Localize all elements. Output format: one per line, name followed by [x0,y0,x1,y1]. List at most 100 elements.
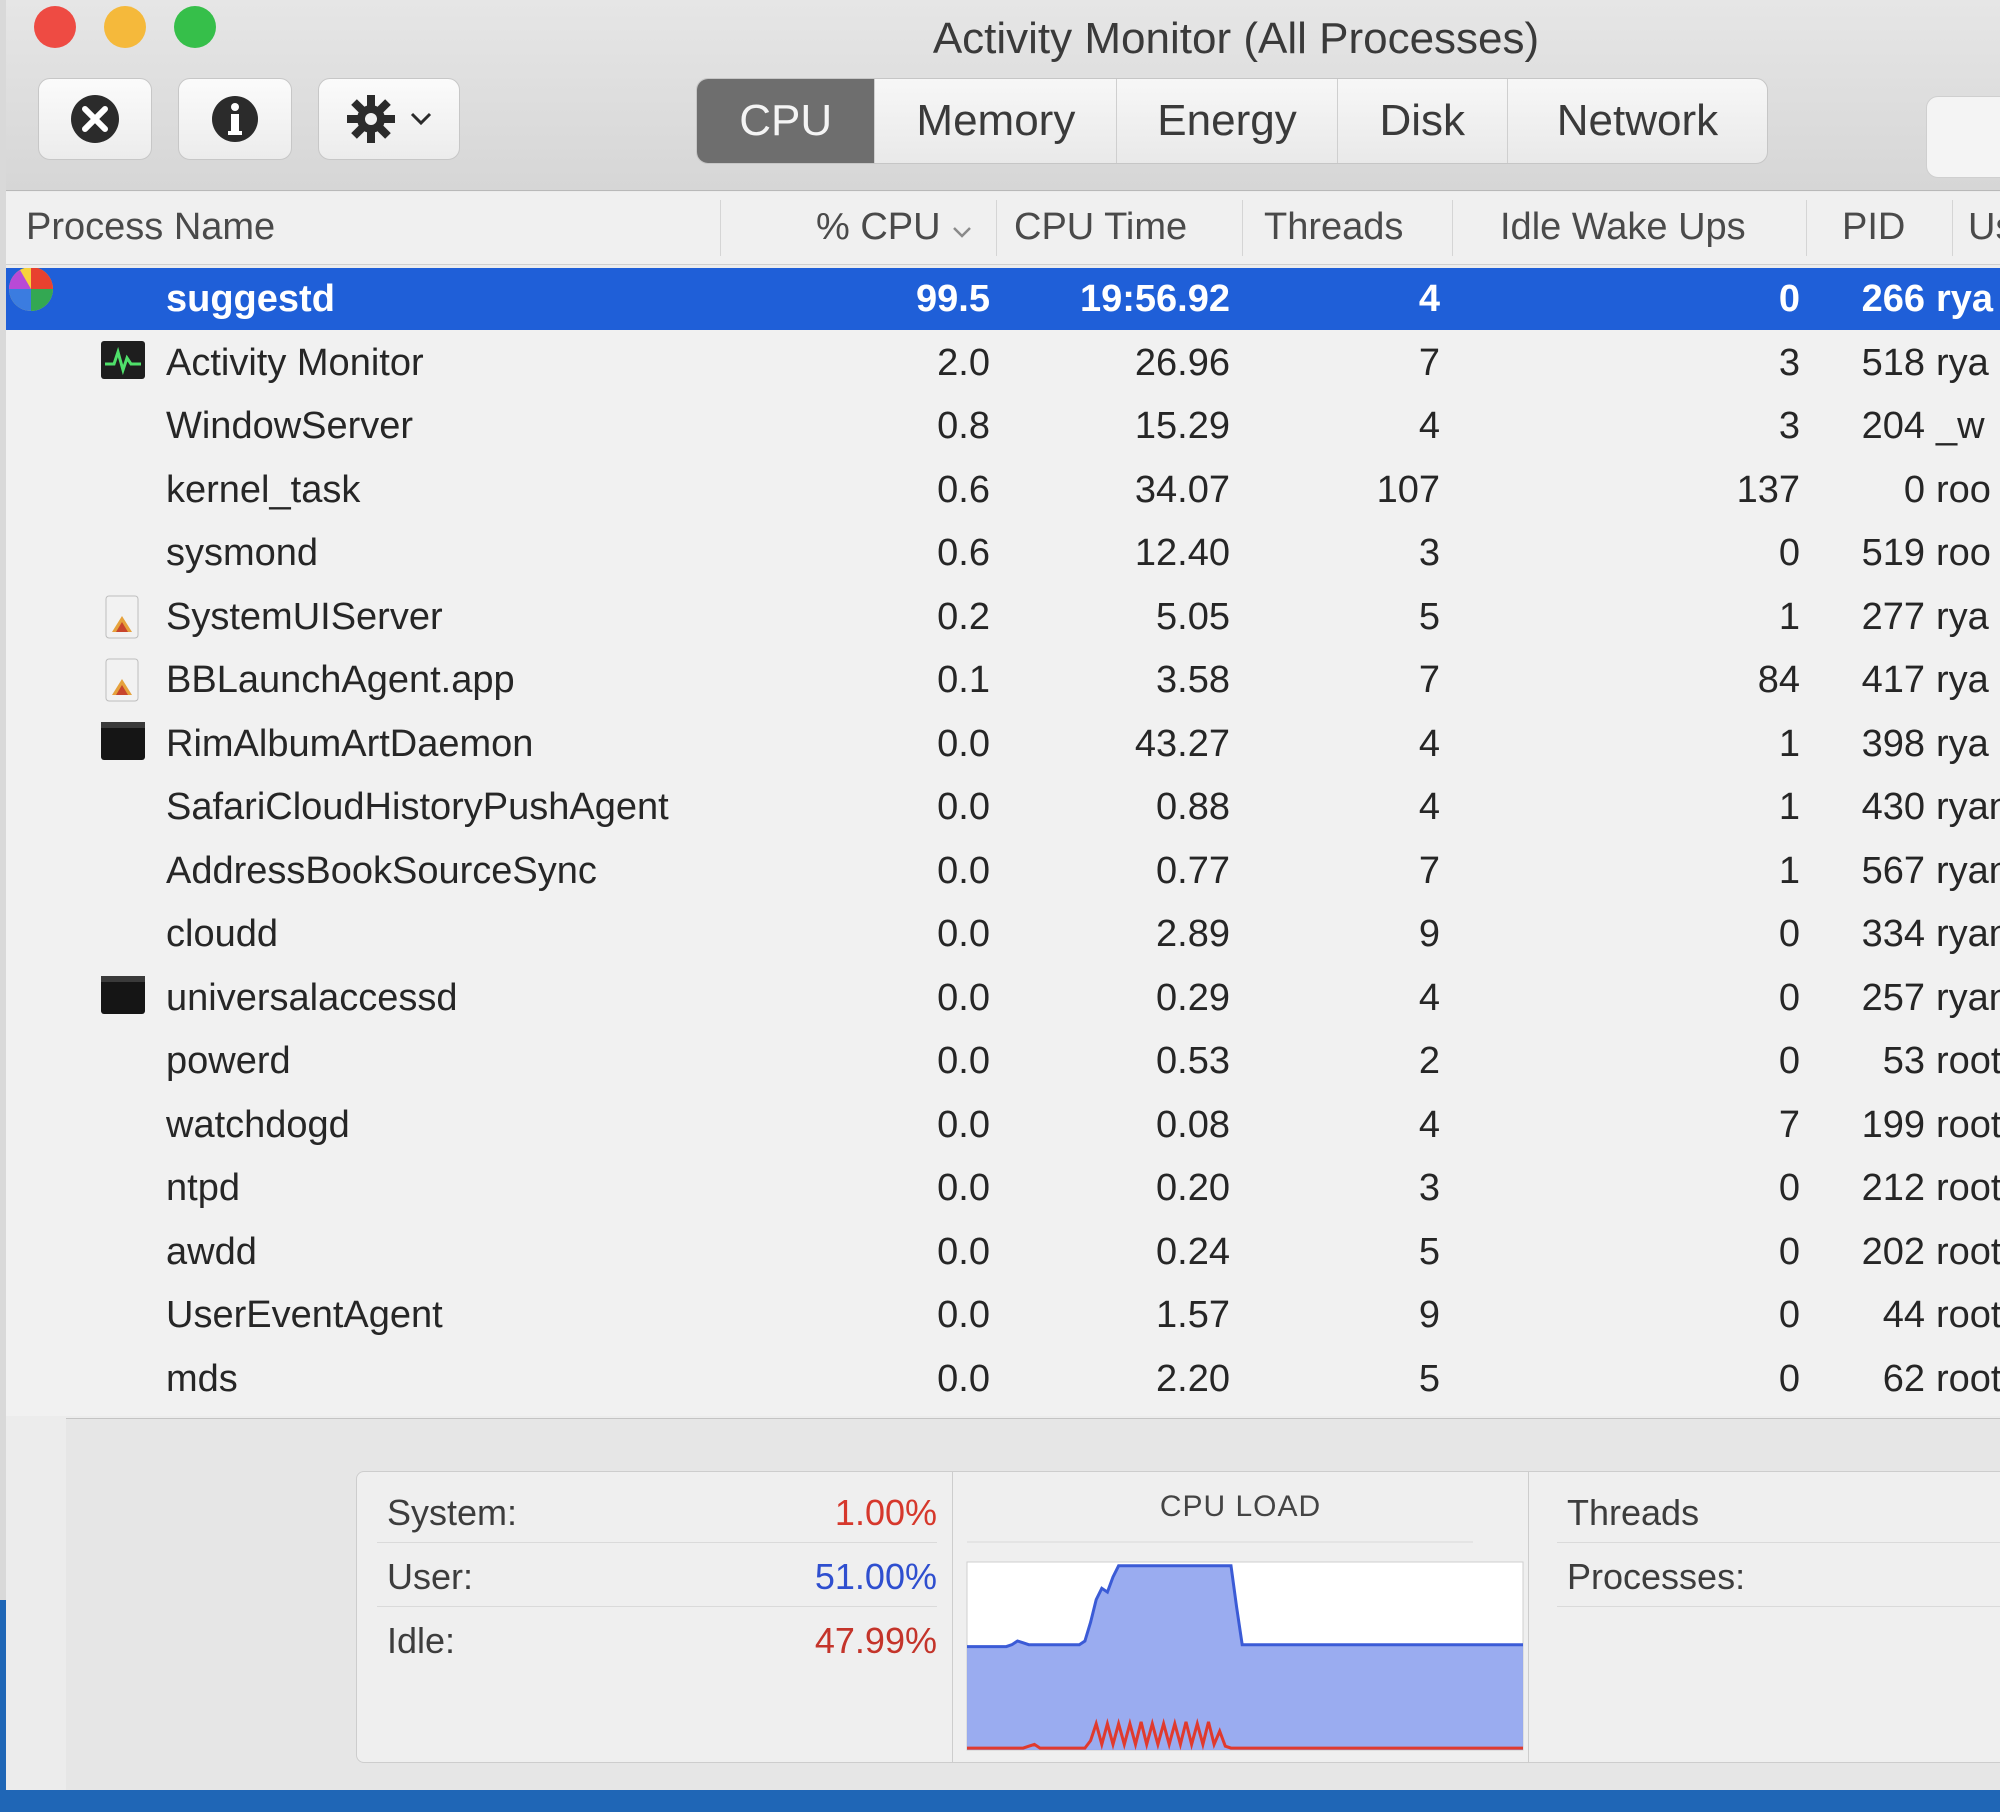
stat-system-label: System: [387,1492,518,1533]
process-idle-wake-ups: 1 [1778,722,1800,765]
process-pid: 53 [1882,1040,1925,1082]
process-user: root [1936,1357,2000,1400]
table-row[interactable]: SystemUIServer 0.2 5.05 5 1 277 rya [6,586,2000,648]
process-name: awdd [166,1230,257,1273]
process-user: root [1936,1167,2000,1209]
app-document-icon [100,594,146,638]
process-idle-wake-ups: 0 [1778,1167,1800,1209]
tab-memory[interactable]: Memory [875,79,1118,163]
process-cpu: 0.0 [937,1040,990,1082]
process-threads: 5 [1418,1230,1440,1273]
table-header: Process Name % CPU CPU Time Threads Idle… [6,192,2000,265]
column-divider [1806,200,1807,256]
column-header-cpu-time[interactable]: CPU Time [1014,206,1187,249]
table-row[interactable]: SafariCloudHistoryPushAgent 0.0 0.88 4 1 430 r… [6,776,2000,838]
app-document-icon [100,657,146,702]
table-row[interactable]: sysmond 0.6 12.40 3 0 519 roo [6,522,2000,584]
table-row[interactable]: watchdogd 0.0 0.08 4 7 199 root [6,1094,2000,1156]
table-row[interactable]: WindowServer 0.8 15.29 4 3 204 _w [6,395,2000,457]
inspect-process-button[interactable] [178,78,292,160]
process-threads: 7 [1418,341,1440,384]
table-row[interactable]: awdd 0.0 0.24 5 0 202 root [6,1221,2000,1283]
process-idle-wake-ups: 0 [1778,278,1800,320]
process-cpu: 0.0 [937,786,990,828]
process-user: root [1936,1230,2000,1273]
process-threads: 4 [1418,1103,1440,1146]
table-row[interactable]: Activity Monitor 2.0 26.96 7 3 518 rya [6,332,2000,394]
table-row[interactable]: universalaccessd 0.0 0.29 4 0 257 ryan [6,967,2000,1029]
column-header-pid[interactable]: PID [1842,206,1905,249]
process-user: ryan [1936,786,2000,828]
process-idle-wake-ups: 0 [1778,532,1800,574]
process-cpu-time: 0.53 [1156,1040,1230,1082]
process-user: roo [1936,468,1991,511]
gear-icon [347,95,395,143]
tab-cpu[interactable]: CPU [697,79,876,163]
process-idle-wake-ups: 0 [1778,1357,1800,1400]
table-row[interactable]: kernel_task 0.6 34.07 107 137 0 roo [6,459,2000,521]
table-row[interactable]: AddressBookSourceSync 0.0 0.77 7 1 567 ryan [6,840,2000,902]
process-name: Activity Monitor [166,341,424,384]
table-row[interactable]: mds 0.0 2.20 5 0 62 root [6,1348,2000,1410]
search-field-partial[interactable] [1926,96,2000,178]
process-cpu-time: 43.27 [1134,722,1230,765]
info-icon [212,96,258,142]
process-table: suggestd 99.5 19:56.92 4 0 266 rya Activity Mon… [6,268,2000,1416]
process-pid: 62 [1882,1357,1925,1400]
activity-monitor-icon [100,340,146,384]
process-user: root [1936,1103,2000,1146]
table-row[interactable]: cloudd 0.0 2.89 9 0 334 ryan [6,903,2000,965]
tab-network[interactable]: Network [1508,79,1767,163]
table-row[interactable]: RimAlbumArtDaemon 0.0 43.27 4 1 398 rya [6,713,2000,775]
process-cpu-time: 19:56.92 [1079,278,1230,320]
process-user: ryan [1936,849,2000,892]
process-cpu: 0.0 [937,1167,990,1209]
process-name: WindowServer [166,405,414,447]
column-divider [996,200,997,256]
column-divider [1452,200,1453,256]
column-header-cpu[interactable]: % CPU [816,206,973,249]
quit-process-button[interactable] [38,78,152,160]
process-name: cloudd [166,913,278,955]
table-row[interactable]: ntpd 0.0 0.20 3 0 212 root [6,1157,2000,1219]
process-cpu-time: 2.89 [1156,913,1230,955]
column-header-user[interactable]: Us [1968,206,2000,249]
column-header-process-name[interactable]: Process Name [26,206,275,249]
process-cpu-time: 3.58 [1156,659,1230,701]
process-threads: 4 [1418,976,1440,1019]
table-row[interactable]: suggestd 99.5 19:56.92 4 0 266 rya [6,268,2000,330]
process-name: universalaccessd [166,976,458,1019]
column-header-threads[interactable]: Threads [1264,206,1403,249]
stat-system: System: 1.00% [377,1480,937,1543]
process-cpu-time: 2.20 [1156,1357,1230,1400]
process-name: suggestd [166,278,335,320]
process-cpu-time: 34.07 [1134,468,1230,511]
process-name: UserEventAgent [166,1294,443,1336]
process-idle-wake-ups: 1 [1778,849,1800,892]
stat-threads: Threads [1557,1480,2000,1543]
process-cpu-time: 26.96 [1134,341,1230,384]
colorful-pinwheel-icon [8,268,54,311]
table-row[interactable]: BBLaunchAgent.app 0.1 3.58 7 84 417 rya [6,649,2000,711]
process-user: root [1936,1040,2000,1082]
stat-idle: Idle: 47.99% [377,1608,937,1670]
process-idle-wake-ups: 84 [1757,659,1800,701]
process-idle-wake-ups: 0 [1778,1294,1800,1336]
stat-processes-label: Processes: [1567,1556,1746,1597]
tab-disk[interactable]: Disk [1338,79,1508,163]
action-menu-button[interactable] [318,78,460,160]
terminal-icon [100,721,146,765]
process-user: rya [1936,722,1989,765]
process-cpu-time: 15.29 [1134,405,1230,447]
tab-energy[interactable]: Energy [1117,79,1338,163]
process-cpu: 0.2 [937,595,990,638]
column-header-idle-wake-ups[interactable]: Idle Wake Ups [1500,206,1746,249]
process-user: rya [1936,659,1989,701]
process-threads: 4 [1418,405,1440,447]
process-cpu-time: 0.29 [1156,976,1230,1019]
process-cpu: 99.5 [916,278,990,320]
table-row[interactable]: powerd 0.0 0.53 2 0 53 root [6,1030,2000,1092]
window-title: Activity Monitor (All Processes) [932,14,1540,63]
process-pid: 212 [1861,1167,1925,1209]
table-row[interactable]: UserEventAgent 0.0 1.57 9 0 44 root [6,1284,2000,1346]
